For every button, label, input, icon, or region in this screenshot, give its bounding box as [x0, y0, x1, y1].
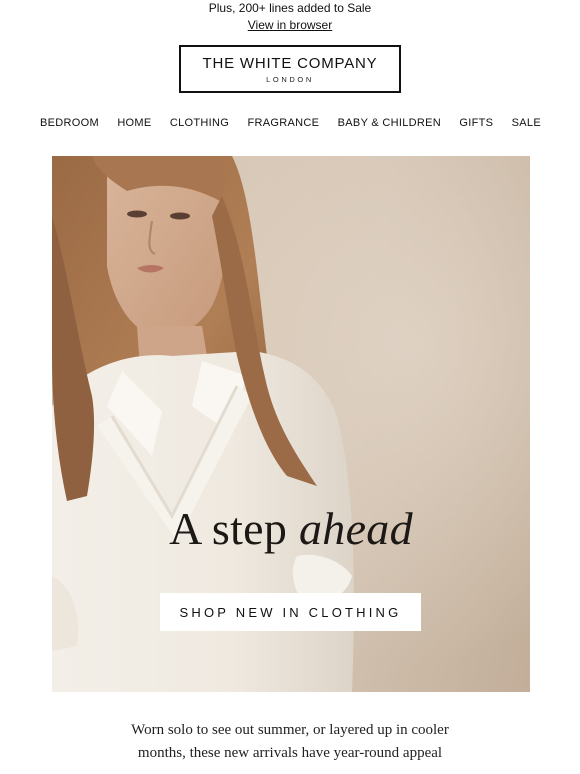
main-nav: BEDROOM HOME CLOTHING FRAGRANCE BABY & C… — [0, 117, 580, 129]
headline-italic: ahead — [298, 503, 413, 554]
preheader-text: Plus, 200+ lines added to Sale — [208, 1, 372, 15]
preheader: Plus, 200+ lines added to Sale View in b… — [0, 0, 580, 34]
body-copy: Worn solo to see out summer, or layered … — [0, 719, 580, 765]
headline-plain: A step — [169, 503, 299, 554]
shop-new-in-clothing-button[interactable]: SHOP NEW IN CLOTHING — [160, 593, 421, 631]
nav-item-baby-children[interactable]: BABY & CHILDREN — [338, 117, 441, 129]
nav-item-sale[interactable]: SALE — [512, 117, 541, 129]
body-copy-line-2: months, these new arrivals have year-rou… — [137, 745, 443, 761]
logo-brand-name: THE WHITE COMPANY — [202, 54, 378, 72]
nav-item-fragrance[interactable]: FRAGRANCE — [248, 117, 320, 129]
header: THE WHITE COMPANY LONDON — [0, 45, 580, 93]
logo-city: LONDON — [266, 74, 314, 84]
nav-item-bedroom[interactable]: BEDROOM — [40, 117, 99, 129]
nav-item-gifts[interactable]: GIFTS — [459, 117, 493, 129]
nav-item-home[interactable]: HOME — [117, 117, 151, 129]
hero-headline: A step ahead — [52, 502, 530, 555]
view-in-browser-link[interactable]: View in browser — [248, 18, 332, 33]
nav-item-clothing[interactable]: CLOTHING — [170, 117, 229, 129]
brand-logo[interactable]: THE WHITE COMPANY LONDON — [179, 45, 401, 93]
body-copy-line-1: Worn solo to see out summer, or layered … — [131, 722, 449, 738]
hero-banner[interactable]: A step ahead SHOP NEW IN CLOTHING — [52, 156, 530, 692]
